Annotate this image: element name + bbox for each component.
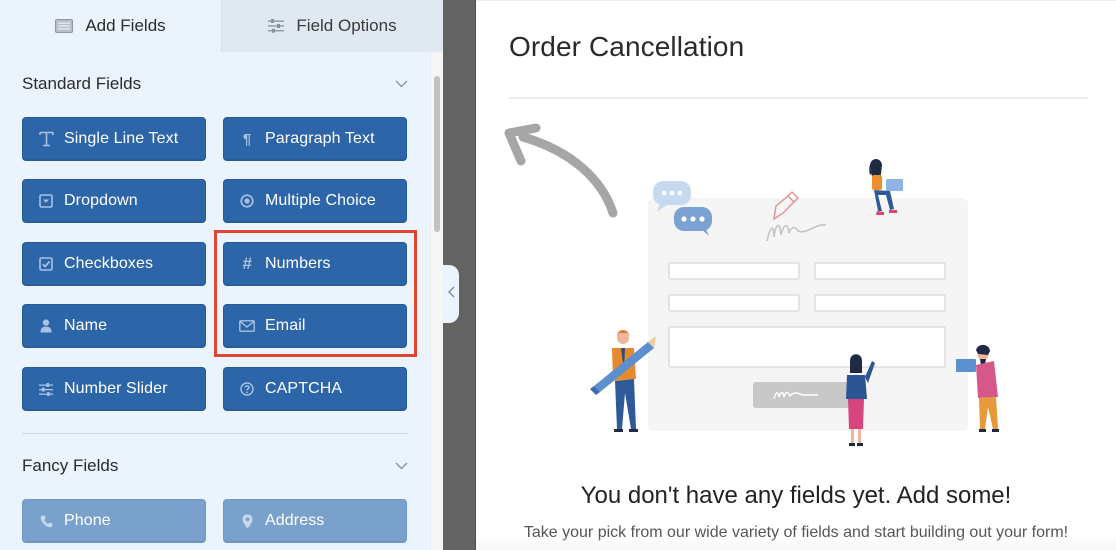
envelope-icon: [238, 317, 256, 335]
list-icon: [55, 19, 74, 33]
field-label: Email: [265, 317, 306, 334]
empty-state-title: You don't have any fields yet. Add some!: [580, 482, 1012, 509]
question-circle-icon: [238, 380, 256, 398]
curved-arrow-icon: [504, 123, 618, 218]
title-divider: [509, 97, 1088, 99]
field-button-dropdown[interactable]: Dropdown: [22, 179, 206, 223]
section-header-fancy-fields[interactable]: Fancy Fields: [22, 454, 408, 478]
field-label: Phone: [64, 512, 111, 529]
tab-label: Add Fields: [85, 16, 166, 35]
checkbox-icon: [37, 255, 55, 273]
map-pin-icon: [238, 512, 256, 530]
form-preview: Order Cancellation You don't have any fi…: [476, 0, 1116, 550]
user-icon: [37, 317, 55, 335]
field-label: Paragraph Text: [265, 130, 375, 147]
collapse-sidebar-button[interactable]: [443, 265, 459, 323]
field-button-email[interactable]: Email: [223, 304, 407, 348]
field-label: Name: [64, 317, 108, 334]
field-label: CAPTCHA: [265, 380, 343, 397]
tab-field-options[interactable]: Field Options: [221, 0, 443, 52]
tab-label: Field Options: [296, 16, 397, 35]
radio-icon: [238, 192, 256, 210]
person-with-pencil-icon: [590, 330, 656, 432]
text-cursor-icon: [37, 130, 55, 148]
chevron-down-icon[interactable]: [394, 77, 408, 91]
field-label: Single Line Text: [64, 130, 179, 147]
field-button-number-slider[interactable]: Number Slider: [22, 367, 206, 411]
field-label: Dropdown: [64, 192, 138, 209]
section-title: Fancy Fields: [22, 456, 119, 475]
section-divider: [22, 433, 408, 434]
chevron-left-icon: [447, 285, 455, 303]
fields-sidebar: Add Fields Field Options Standard Fields…: [0, 0, 443, 550]
sidebar-scrollbar[interactable]: [430, 53, 443, 550]
section-title: Standard Fields: [22, 74, 142, 93]
tab-add-fields[interactable]: Add Fields: [0, 0, 221, 52]
field-button-multiple-choice[interactable]: Multiple Choice: [223, 179, 407, 223]
chevron-down-icon[interactable]: [394, 459, 408, 473]
form-title[interactable]: Order Cancellation: [509, 31, 744, 63]
pilcrow-icon: ¶: [242, 130, 252, 148]
field-button-checkboxes[interactable]: Checkboxes: [22, 242, 206, 286]
placeholder-textarea: [668, 326, 946, 368]
sidebar-tabs: Add Fields Field Options: [0, 0, 443, 52]
field-button-captcha[interactable]: CAPTCHA: [223, 367, 407, 411]
field-button-single-line-text[interactable]: Single Line Text: [22, 117, 206, 161]
placeholder-input: [814, 262, 946, 280]
empty-state-illustration: [504, 123, 999, 446]
field-button-paragraph-text[interactable]: ¶ Paragraph Text: [223, 117, 407, 161]
field-label: Address: [265, 512, 325, 529]
field-label: Number Slider: [64, 380, 168, 397]
field-button-address[interactable]: Address: [223, 499, 407, 543]
placeholder-input: [814, 294, 946, 312]
dropdown-icon: [37, 192, 55, 210]
field-label: Multiple Choice: [265, 192, 376, 209]
placeholder-input: [668, 294, 800, 312]
empty-state-subtitle: Take your pick from our wide variety of …: [523, 524, 1069, 541]
field-label: Checkboxes: [64, 255, 154, 272]
scrollbar-thumb[interactable]: [434, 76, 440, 232]
field-button-name[interactable]: Name: [22, 304, 206, 348]
phone-icon: [37, 512, 55, 530]
placeholder-input: [668, 262, 800, 280]
section-header-standard-fields[interactable]: Standard Fields: [22, 72, 408, 96]
field-button-phone[interactable]: Phone: [22, 499, 206, 543]
hash-icon: #: [242, 254, 252, 273]
sliders-icon: [268, 19, 285, 33]
field-button-numbers[interactable]: # Numbers: [223, 242, 407, 286]
sliders-icon: [37, 380, 55, 398]
field-label: Numbers: [265, 255, 331, 272]
